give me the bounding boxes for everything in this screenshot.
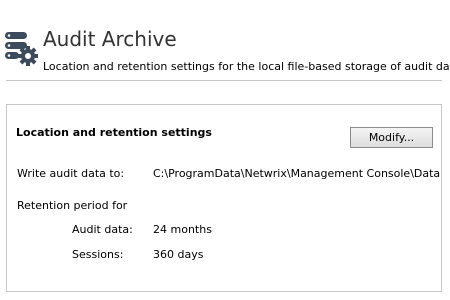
- retention-period-label: Retention period for: [17, 199, 128, 212]
- write-audit-data-path: C:\ProgramData\Netwrix\Management Consol…: [153, 167, 441, 180]
- write-audit-data-label: Write audit data to:: [17, 167, 125, 180]
- sessions-retention-value: 360 days: [153, 248, 204, 261]
- sessions-label: Sessions:: [72, 248, 124, 261]
- server-gear-icon: [4, 30, 38, 66]
- audit-data-label: Audit data:: [72, 223, 133, 236]
- modify-button[interactable]: Modify...: [350, 127, 433, 148]
- audit-archive-page: Audit Archive Location and retention set…: [0, 0, 450, 300]
- header-divider: [6, 80, 442, 81]
- page-title: Audit Archive: [43, 27, 177, 51]
- section-heading: Location and retention settings: [16, 126, 212, 139]
- location-retention-panel: Location and retention settings Modify..…: [6, 104, 442, 292]
- audit-data-retention-value: 24 months: [153, 223, 212, 236]
- page-subtitle: Location and retention settings for the …: [43, 60, 450, 73]
